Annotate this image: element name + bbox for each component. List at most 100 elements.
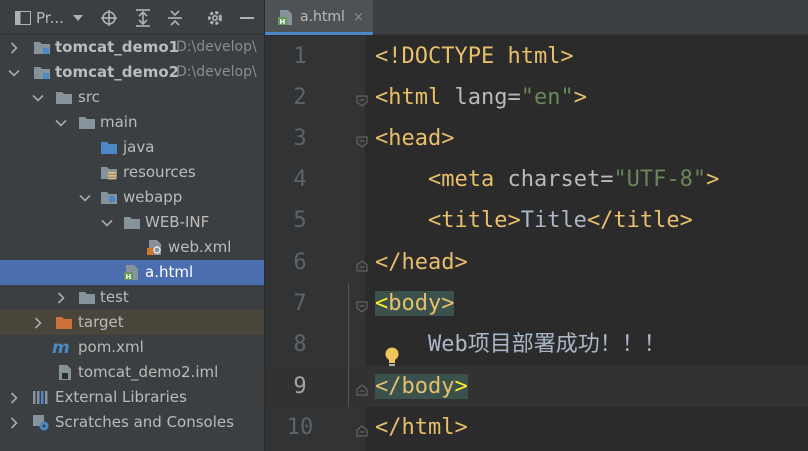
scratches-icon [32, 414, 50, 431]
tag-token: <html [375, 85, 455, 110]
tree-item-src[interactable]: src [0, 85, 264, 110]
tag-token: </head> [375, 250, 468, 275]
tree-item-label: a.html [145, 263, 194, 281]
code-line-2: <html lang="en"> [375, 77, 587, 118]
matched-tag-name: body [388, 291, 442, 316]
tree-item-test[interactable]: test [0, 285, 264, 310]
line-number: 10 [286, 415, 314, 440]
expand-all-icon[interactable] [132, 0, 154, 35]
equals-token: = [600, 167, 614, 192]
chevron-right-icon[interactable] [7, 410, 21, 435]
resources-folder-icon [100, 164, 118, 181]
chevron-right-icon[interactable] [7, 385, 21, 410]
project-toolbar: Pr... [0, 0, 264, 35]
tag-token: > [573, 85, 587, 110]
iml-file-icon [56, 364, 74, 381]
chevron-down-icon[interactable] [7, 60, 21, 85]
tree-item-web-inf[interactable]: WEB-INF [0, 210, 264, 235]
line-number: 2 [293, 85, 307, 110]
close-icon[interactable]: × [353, 0, 364, 35]
chevron-down-icon[interactable] [54, 110, 68, 135]
tree-item-label: target [78, 313, 124, 331]
attr-token: lang [454, 85, 508, 110]
tree-item-scratches[interactable]: Scratches and Consoles [0, 410, 264, 435]
tree-item-java[interactable]: java [0, 135, 264, 160]
fold-icon[interactable] [356, 381, 368, 396]
tree-item-label: pom.xml [78, 338, 144, 356]
tree-item-label: src [78, 88, 100, 106]
gear-icon[interactable] [204, 0, 226, 35]
matched-bracket: </ [375, 374, 402, 399]
code-line-6: </head> [375, 242, 468, 283]
tree-item-label: tomcat_demo2 [55, 63, 180, 81]
fold-icon[interactable] [356, 298, 368, 313]
code-line-10: </html> [375, 407, 468, 448]
tree-item-target[interactable]: target [0, 310, 264, 335]
module-folder-icon [33, 39, 51, 56]
tree-item-label: tomcat_demo2.iml [78, 363, 219, 381]
indent-guide [348, 283, 349, 407]
tree-item-tomcat-demo2[interactable]: tomcat_demo2 D:\develop\ [0, 60, 264, 85]
tree-item-label: Scratches and Consoles [55, 413, 234, 431]
tree-item-path: D:\develop\ [176, 64, 257, 80]
code-line-3: <head> [375, 118, 454, 159]
project-panel: Pr... tomcat_demo1 D:\develop\ tomcat_de… [0, 0, 264, 451]
code-line-4: <meta charset="UTF-8"> [375, 159, 719, 200]
hide-panel-icon[interactable] [236, 0, 258, 35]
chevron-right-icon[interactable] [54, 285, 68, 310]
project-view-icon[interactable] [14, 0, 32, 35]
doctype-token: <!DOCTYPE html> [375, 44, 574, 69]
locate-file-icon[interactable] [98, 0, 120, 35]
chevron-down-icon[interactable] [100, 210, 114, 235]
module-folder-icon [33, 64, 51, 81]
chevron-right-icon[interactable] [7, 35, 21, 60]
matched-bracket: < [375, 291, 389, 316]
string-token: "UTF-8" [613, 167, 707, 192]
fold-icon[interactable] [356, 133, 368, 148]
maven-icon: m [52, 338, 74, 358]
fold-icon[interactable] [356, 92, 368, 107]
tree-item-web-xml[interactable]: web.xml [0, 235, 264, 260]
tree-item-label: test [100, 288, 129, 306]
line-number: 9 [293, 374, 307, 399]
tree-item-label: webapp [123, 188, 183, 206]
collapse-all-icon[interactable] [164, 0, 186, 35]
code-line-8: Web项目部署成功！！！ [375, 324, 666, 365]
tree-item-a-html[interactable]: H a.html [0, 260, 264, 285]
tree-item-pom-xml[interactable]: m pom.xml [0, 335, 264, 360]
tree-item-webapp[interactable]: webapp [0, 185, 264, 210]
fold-icon[interactable] [356, 422, 368, 437]
chevron-down-icon[interactable] [70, 0, 86, 35]
lightbulb-icon[interactable] [383, 346, 401, 368]
tree-item-label: resources [123, 163, 196, 181]
chevron-down-icon[interactable] [78, 185, 92, 210]
tree-item-path: D:\develop\ [176, 39, 257, 55]
attr-token: charset [507, 167, 601, 192]
string-token: "en" [520, 85, 574, 110]
matched-tag-name: body [401, 374, 455, 399]
html-file-icon: H [123, 264, 141, 281]
svg-text:H: H [280, 18, 286, 26]
line-number: 3 [293, 126, 307, 151]
tree-item-external-libraries[interactable]: External Libraries [0, 385, 264, 410]
tree-item-resources[interactable]: resources [0, 160, 264, 185]
code-line-7: <body> [375, 283, 455, 324]
tree-item-tomcat-demo1[interactable]: tomcat_demo1 D:\develop\ [0, 35, 264, 60]
tree-item-main[interactable]: main [0, 110, 264, 135]
chevron-right-icon[interactable] [31, 310, 45, 335]
tag-token: </html> [375, 415, 468, 440]
tag-token: <title> [427, 208, 521, 233]
tag-token: > [706, 167, 720, 192]
equals-token: = [507, 85, 521, 110]
tree-item-label: External Libraries [55, 388, 187, 406]
tree-item-label: web.xml [168, 238, 232, 256]
svg-text:H: H [126, 273, 132, 281]
fold-icon[interactable] [356, 257, 368, 272]
matched-bracket: > [441, 291, 455, 316]
svg-text:m: m [52, 338, 70, 356]
chevron-down-icon[interactable] [31, 85, 45, 110]
tab-a-html[interactable]: H a.html × [265, 0, 373, 35]
tree-item-iml[interactable]: tomcat_demo2.iml [0, 360, 264, 385]
line-number: 7 [293, 291, 307, 316]
